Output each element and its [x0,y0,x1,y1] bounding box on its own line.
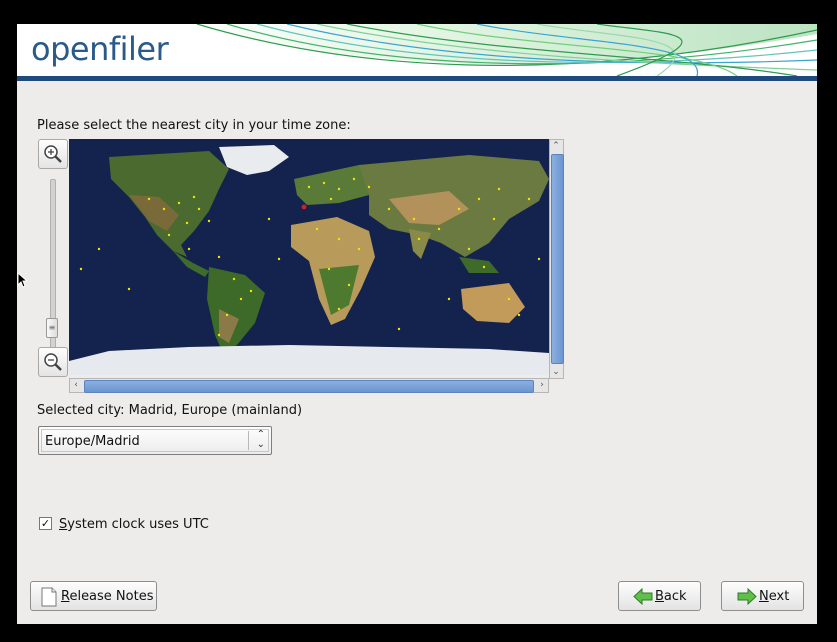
zoom-slider-handle[interactable]: ≡ [46,318,58,338]
header-banner: openfiler [17,24,817,76]
mouse-pointer-icon [17,272,27,288]
scroll-up-icon[interactable]: ⌃ [550,140,562,152]
world-map-graphic [69,139,549,375]
back-button[interactable]: Back [618,581,701,611]
scroll-down-icon[interactable]: ⌄ [550,366,562,378]
timezone-select[interactable]: Europe/Madrid ⌃ ⌄ [38,426,272,455]
selected-city-marker [301,204,307,210]
map-horizontal-scrollbar[interactable]: ‹ › [69,378,549,393]
installer-window: openfiler Please select the nearest city… [17,24,817,624]
world-map[interactable] [69,139,549,375]
zoom-out-button[interactable] [38,347,68,377]
utc-checkbox[interactable]: ✓ [39,517,52,530]
scroll-right-icon[interactable]: › [536,379,548,391]
checkbox-checked-icon: ✓ [40,517,51,530]
map-horizontal-scroll-thumb[interactable] [84,380,534,393]
document-icon [41,587,57,607]
header-divider [17,76,817,81]
release-notes-button[interactable]: Release Notes [30,581,157,611]
timezone-select-separator [248,431,249,450]
utc-checkbox-label[interactable]: System clock uses UTC [59,517,209,532]
zoom-in-icon [44,145,62,163]
selected-city-label: Selected city: Madrid, Europe (mainland) [37,403,303,418]
scroll-left-icon[interactable]: ‹ [70,379,82,391]
next-arrow-icon [737,588,757,605]
zoom-in-button[interactable] [38,139,68,169]
openfiler-logo: openfiler [31,30,169,68]
timezone-select-value: Europe/Madrid [45,434,140,449]
map-vertical-scroll-thumb[interactable] [551,154,564,364]
next-button[interactable]: Next [721,581,804,611]
zoom-out-icon [44,353,62,371]
map-vertical-scrollbar[interactable]: ⌃ ⌄ [549,139,564,379]
chevron-updown-icon: ⌃ ⌄ [256,429,265,450]
back-arrow-icon [633,588,653,605]
timezone-prompt: Please select the nearest city in your t… [37,118,351,133]
